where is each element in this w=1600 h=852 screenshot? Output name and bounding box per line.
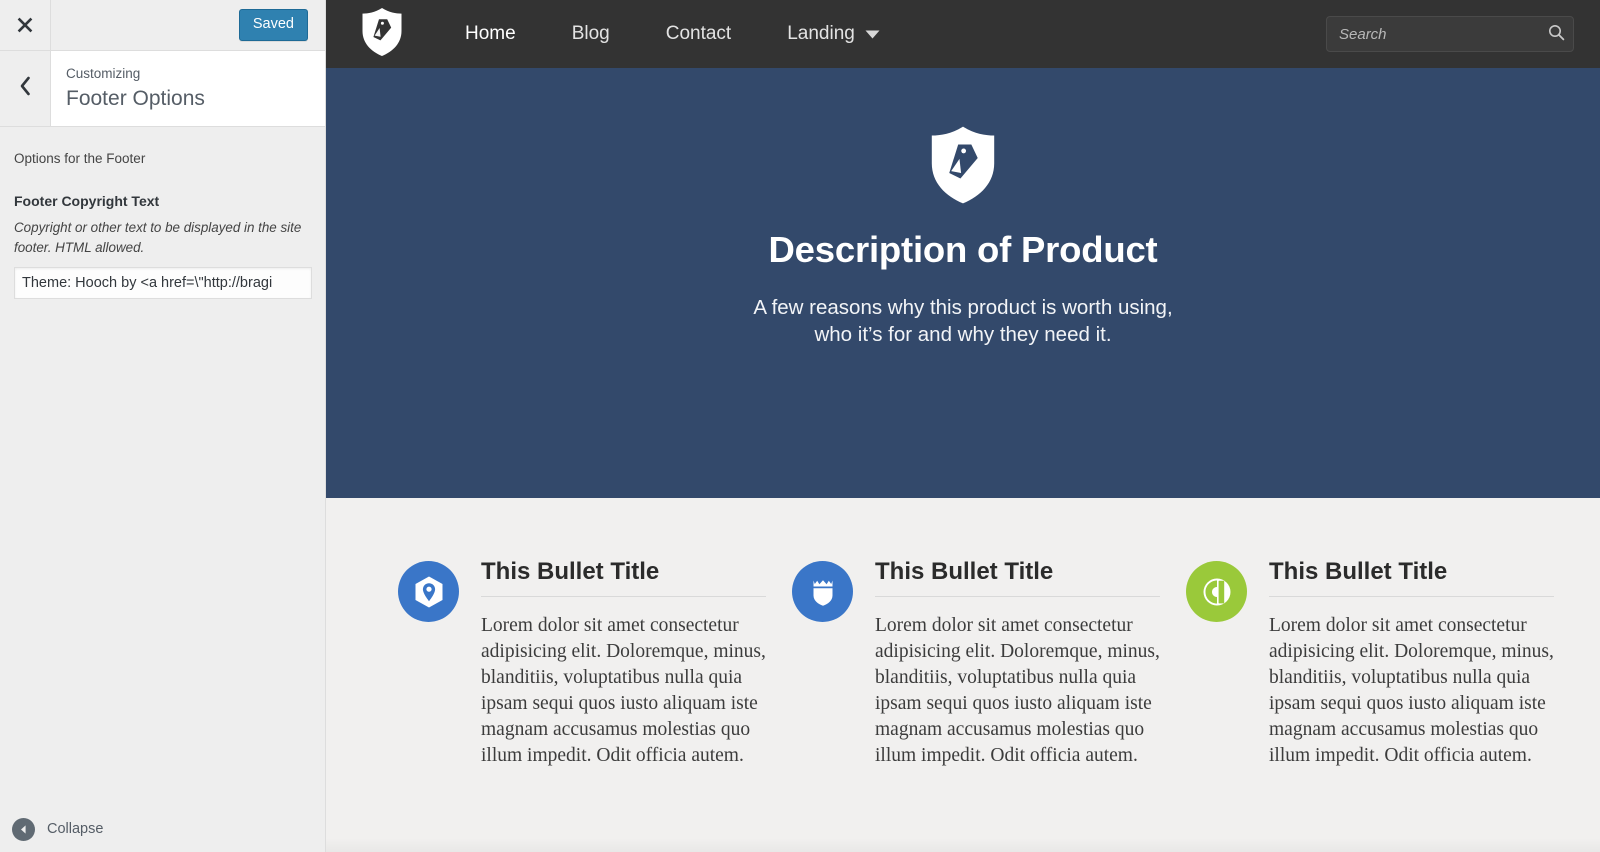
bullet-item: This Bullet Title Lorem dolor sit amet c…	[1160, 558, 1554, 852]
bullet-title: This Bullet Title	[1269, 558, 1554, 597]
customizer-topbar: Saved	[0, 0, 325, 51]
hero-section: Description of Product A few reasons why…	[326, 68, 1600, 498]
back-button[interactable]	[0, 51, 51, 126]
close-x-icon	[15, 15, 35, 35]
page-title: Footer Options	[66, 87, 205, 111]
nav-link-label: Blog	[571, 23, 610, 44]
nav-link-contact[interactable]: Contact	[638, 0, 759, 68]
nav-links: Home Blog Contact Landing	[437, 0, 908, 68]
nav-link-label: Landing	[787, 23, 855, 44]
shield-tag-logo-icon	[928, 126, 998, 209]
bullet-body: Lorem dolor sit amet consectetur adipisi…	[481, 614, 766, 767]
nav-link-landing[interactable]: Landing	[759, 0, 908, 68]
search-box[interactable]	[1326, 16, 1574, 52]
bullet-text: This Bullet Title Lorem dolor sit amet c…	[1247, 558, 1554, 852]
close-customizer-button[interactable]	[0, 0, 51, 50]
map-pin-hexagon-icon	[398, 561, 459, 622]
nav-link-label: Home	[465, 23, 516, 44]
chevron-left-icon	[17, 75, 33, 102]
shield-tag-logo-icon	[361, 7, 403, 62]
nav-link-blog[interactable]: Blog	[544, 0, 638, 68]
collapse-arrow-left-icon	[12, 817, 35, 841]
footer-copyright-label: Footer Copyright Text	[14, 193, 160, 210]
section-description: Options for the Footer	[14, 151, 146, 166]
search-input[interactable]	[1327, 17, 1574, 51]
hero-logo	[928, 125, 998, 210]
police-badge-icon	[792, 561, 853, 622]
bullet-body: Lorem dolor sit amet consectetur adipisi…	[875, 614, 1160, 767]
site-navbar: Home Blog Contact Landing	[326, 0, 1600, 68]
customizer-panel-header: Customizing Footer Options	[0, 51, 325, 127]
site-preview: Home Blog Contact Landing Search Descrip…	[326, 0, 1600, 852]
search-submit-button[interactable]	[1548, 17, 1565, 51]
bullets-section: This Bullet Title Lorem dolor sit amet c…	[326, 498, 1600, 852]
bullet-item: This Bullet Title Lorem dolor sit amet c…	[326, 558, 766, 852]
hero-subtitle-line-1: A few reasons why this product is worth …	[753, 295, 1173, 319]
bullet-title: This Bullet Title	[875, 558, 1160, 597]
footer-copyright-input[interactable]	[14, 267, 312, 300]
footer-copyright-description: Copyright or other text to be displayed …	[14, 220, 302, 255]
bullet-body: Lorem dolor sit amet consectetur adipisi…	[1269, 614, 1554, 767]
ring-shape-icon	[1186, 561, 1247, 622]
site-logo[interactable]	[361, 7, 403, 62]
hero-subtitle-line-2: who it’s for and why they need it.	[814, 322, 1112, 346]
bullet-text: This Bullet Title Lorem dolor sit amet c…	[459, 558, 766, 852]
customizer-controls: Options for the Footer Footer Copyright …	[0, 127, 325, 300]
hero-title: Description of Product	[768, 229, 1158, 270]
bullet-text: This Bullet Title Lorem dolor sit amet c…	[853, 558, 1160, 852]
topbar-actions: Saved	[51, 0, 325, 50]
chevron-down-icon	[865, 30, 880, 39]
customizer-sidebar: Saved Customizing Footer Options Options…	[0, 0, 326, 852]
nav-link-label: Contact	[665, 23, 732, 44]
collapse-label: Collapse	[47, 821, 104, 837]
save-button[interactable]: Saved	[238, 9, 308, 41]
bullet-title: This Bullet Title	[481, 558, 766, 597]
bullet-item: This Bullet Title Lorem dolor sit amet c…	[766, 558, 1160, 852]
collapse-button[interactable]: Collapse	[0, 806, 325, 852]
nav-link-home[interactable]: Home	[437, 0, 544, 68]
panel-titles: Customizing Footer Options	[51, 51, 325, 126]
breadcrumb: Customizing	[66, 66, 141, 81]
customizer-screen: Saved Customizing Footer Options Options…	[0, 0, 1600, 852]
hero-subtitle: A few reasons why this product is worth …	[753, 294, 1172, 348]
search-icon	[1548, 24, 1565, 44]
